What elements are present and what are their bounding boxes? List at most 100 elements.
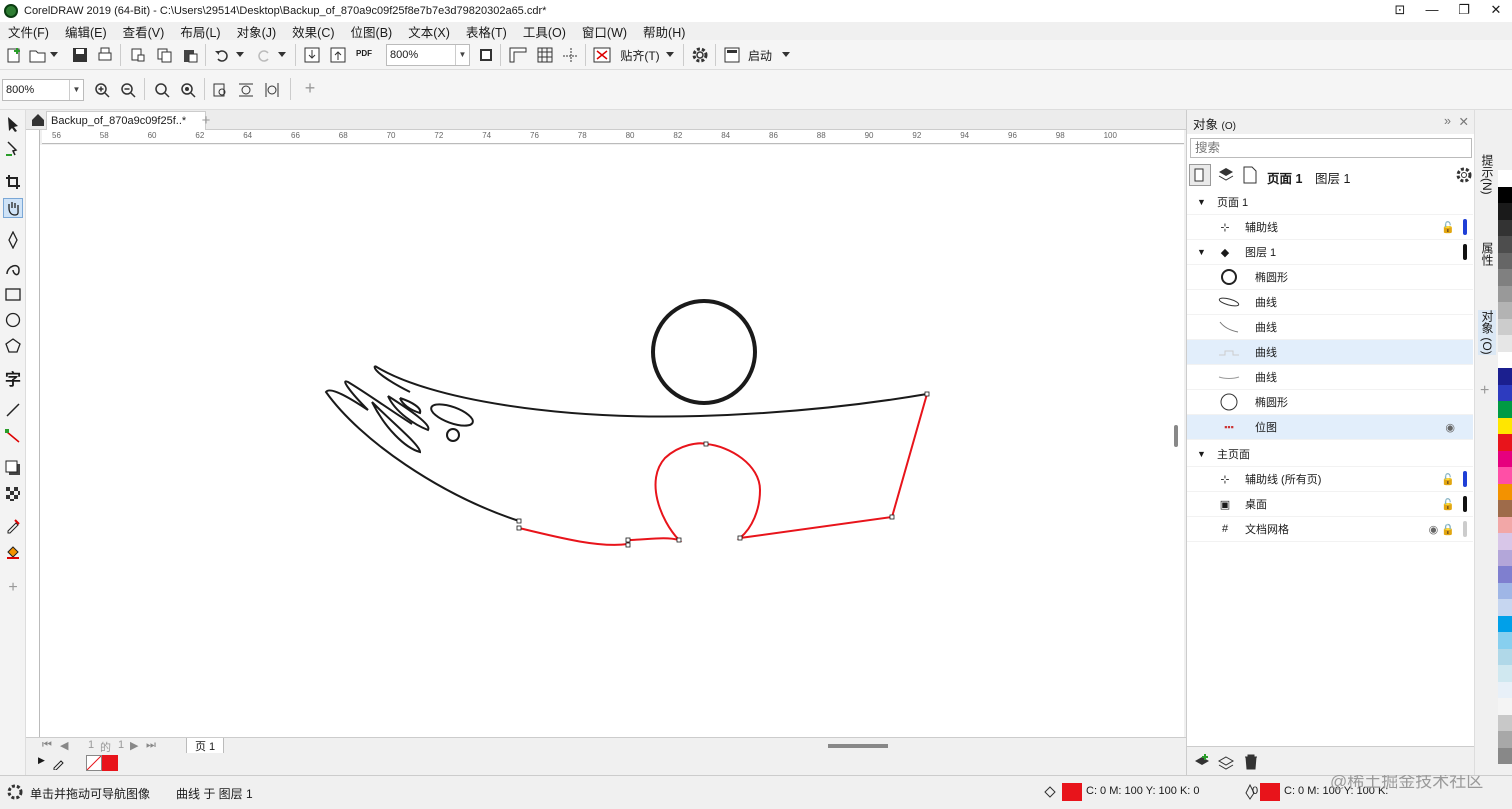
tab-objects[interactable]: 对象 (O) [1478, 310, 1496, 355]
zoom-out-icon[interactable] [118, 80, 138, 100]
palette-swatch[interactable] [1498, 467, 1512, 484]
palette-swatch[interactable] [1498, 483, 1512, 500]
palette-swatch[interactable] [1498, 351, 1512, 368]
snap-off-icon[interactable] [592, 45, 612, 65]
palette-swatch[interactable] [1498, 335, 1512, 352]
menu-tools[interactable]: 工具(O) [515, 22, 574, 41]
open-icon[interactable] [28, 45, 48, 65]
palette-swatch[interactable] [1498, 549, 1512, 566]
menu-file[interactable]: 文件(F) [0, 22, 57, 41]
chevron-down-icon[interactable]: ▼ [455, 45, 469, 65]
launch-menu[interactable]: 启动 [744, 45, 776, 65]
launch-dropdown-icon[interactable] [780, 45, 792, 65]
crop-tool-icon[interactable] [3, 172, 23, 192]
vertical-ruler[interactable] [26, 130, 40, 738]
help-icon[interactable]: ⊡ [1384, 0, 1416, 22]
current-page-label[interactable]: 页面 1 [1267, 168, 1302, 187]
home-icon[interactable] [28, 110, 48, 130]
snap-dropdown-icon[interactable] [664, 45, 676, 65]
paste-icon[interactable] [180, 45, 200, 65]
palette-swatch[interactable] [1498, 384, 1512, 401]
print-icon[interactable] [95, 45, 115, 65]
tree-row-page1[interactable]: ▼ 页面 1 [1187, 190, 1473, 215]
rulers-icon[interactable] [508, 45, 528, 65]
chevron-down-icon[interactable] [48, 45, 60, 65]
add-button[interactable]: + [300, 78, 320, 98]
palette-swatch[interactable] [1498, 236, 1512, 253]
current-layer-label[interactable]: 图层 1 [1315, 168, 1350, 187]
red-swatch[interactable] [102, 755, 118, 771]
eye-hidden-icon[interactable]: ◉ 🔒 [1429, 523, 1455, 536]
palette-swatch[interactable] [1498, 533, 1512, 550]
import-icon[interactable] [302, 45, 322, 65]
zoom-level-combo[interactable]: 800% ▼ [386, 44, 470, 66]
page-icon[interactable] [1243, 166, 1257, 187]
polygon-tool-icon[interactable] [3, 336, 23, 356]
horizontal-ruler[interactable]: 56 58 60 62 64 66 68 70 72 74 76 78 80 82 84 86 88 90 92 94… [42, 130, 1184, 144]
redo-dropdown-icon[interactable] [276, 45, 288, 65]
artistic-media-icon[interactable] [3, 258, 23, 278]
transparency-icon[interactable] [3, 484, 23, 504]
new-master-layer-icon[interactable] [1217, 753, 1235, 774]
eye-hidden-icon[interactable]: ◉ [1445, 421, 1455, 434]
tree-row-ellipse[interactable]: 椭圆形 [1187, 265, 1473, 290]
lock-icon[interactable]: 🔓 [1441, 221, 1455, 234]
trash-icon[interactable] [1243, 753, 1259, 774]
tree-row-guides-all[interactable]: ⊹ 辅助线 (所有页) 🔓 [1187, 467, 1473, 492]
current-page-number[interactable]: 1 [88, 739, 94, 751]
collapse-icon[interactable]: ▼ [1197, 449, 1206, 459]
palette-swatch[interactable] [1498, 269, 1512, 286]
palette-swatch[interactable] [1498, 714, 1512, 731]
menu-effects[interactable]: 效果(C) [284, 22, 342, 41]
pan-tool-icon[interactable] [3, 198, 23, 218]
drawing-canvas[interactable] [40, 145, 1184, 737]
parallel-dimension-icon[interactable] [3, 400, 23, 420]
gear-icon[interactable] [690, 45, 710, 65]
tab-properties[interactable]: 属性 [1478, 242, 1496, 266]
tree-row-desktop[interactable]: ▣ 桌面 🔓 [1187, 492, 1473, 517]
menu-edit[interactable]: 编辑(E) [57, 22, 115, 41]
palette-swatch[interactable] [1498, 401, 1512, 418]
menu-bitmap[interactable]: 位图(B) [343, 22, 401, 41]
no-color-swatch[interactable] [86, 755, 102, 771]
tab-hints[interactable]: 提示(N) [1478, 154, 1496, 195]
palette-expand-icon[interactable]: ▶ [38, 755, 45, 766]
tree-row-curve-selected[interactable]: 曲线 [1187, 340, 1473, 365]
outline-color-swatch[interactable] [1260, 783, 1280, 801]
tree-row-master-page[interactable]: ▼ 主页面 [1187, 442, 1473, 467]
palette-swatch[interactable] [1498, 219, 1512, 236]
cut-icon[interactable] [128, 45, 148, 65]
palette-swatch[interactable] [1498, 500, 1512, 517]
launch-icon[interactable] [722, 45, 742, 65]
palette-swatch[interactable] [1498, 665, 1512, 682]
interactive-fill-icon[interactable] [3, 542, 23, 562]
objects-search-input[interactable] [1190, 138, 1472, 158]
palette-swatch[interactable] [1498, 615, 1512, 632]
expand-docker-icon[interactable]: » [1444, 114, 1451, 128]
palette-swatch[interactable] [1498, 252, 1512, 269]
undo-dropdown-icon[interactable] [234, 45, 246, 65]
redo-icon[interactable] [254, 45, 274, 65]
lock-icon[interactable]: 🔓 [1441, 498, 1455, 511]
palette-swatch[interactable] [1498, 417, 1512, 434]
new-document-icon[interactable] [4, 45, 24, 65]
ellipse-tool-icon[interactable] [3, 310, 23, 330]
add-docker-icon[interactable]: + [1480, 382, 1489, 400]
pick-tool-icon[interactable] [3, 114, 23, 134]
palette-swatch[interactable] [1498, 747, 1512, 764]
menu-window[interactable]: 窗口(W) [574, 22, 635, 41]
export-icon[interactable] [328, 45, 348, 65]
prev-page-icon[interactable]: ◀ [60, 739, 68, 752]
chevron-down-icon[interactable]: ▼ [69, 80, 83, 100]
text-tool-icon[interactable]: 字 [3, 368, 23, 389]
palette-swatch[interactable] [1498, 302, 1512, 319]
snap-to-menu[interactable]: 贴齐(T) [618, 45, 662, 65]
shape-tool-icon[interactable] [3, 140, 23, 160]
palette-swatch[interactable] [1498, 648, 1512, 665]
palette-swatch[interactable] [1498, 285, 1512, 302]
collapse-icon[interactable]: ▼ [1197, 247, 1206, 257]
palette-swatch[interactable] [1498, 681, 1512, 698]
collapse-icon[interactable]: ▼ [1197, 197, 1206, 207]
zoom-in-icon[interactable] [92, 80, 112, 100]
new-tab-icon[interactable]: + [196, 110, 216, 130]
